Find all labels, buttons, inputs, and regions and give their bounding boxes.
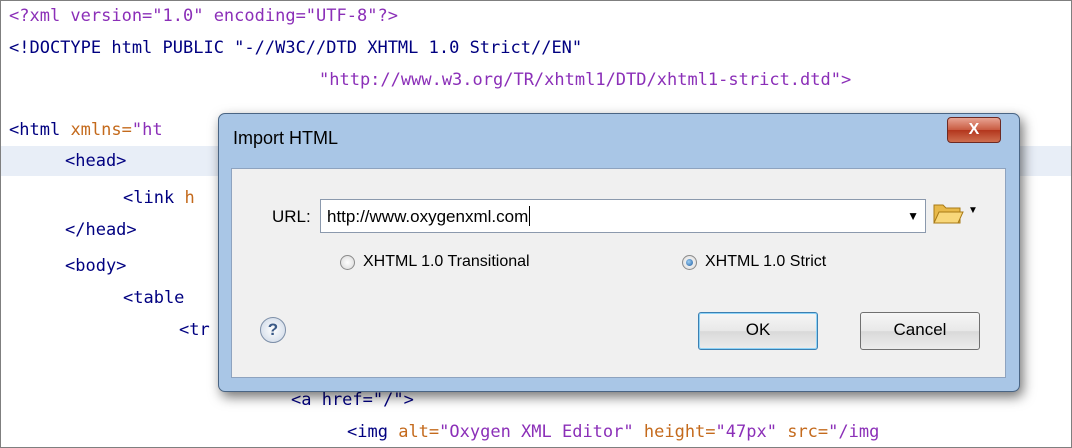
code-line: <body> bbox=[65, 251, 126, 281]
url-input[interactable]: http://www.oxygenxml.com bbox=[327, 206, 531, 227]
tag-name: <tr bbox=[179, 320, 210, 340]
attribute-name: xmlns= bbox=[70, 120, 132, 140]
url-combobox[interactable]: http://www.oxygenxml.com ▼ bbox=[320, 199, 926, 233]
tag-name: <head> bbox=[65, 151, 127, 171]
close-icon: X bbox=[968, 121, 980, 138]
attribute-value: "Oxygen XML Editor" bbox=[439, 422, 634, 442]
tag-name: <a href="/"> bbox=[291, 390, 414, 410]
help-icon[interactable]: ? bbox=[260, 317, 286, 343]
code-line: "http://www.w3.org/TR/xhtml1/DTD/xhtml1-… bbox=[319, 65, 851, 95]
radio-xhtml-transitional[interactable]: XHTML 1.0 Transitional bbox=[340, 253, 530, 271]
url-label: URL: bbox=[272, 207, 311, 226]
code-line: <table bbox=[123, 283, 184, 313]
code-line: <?xml version="1.0" encoding="UTF-8"?> bbox=[9, 1, 398, 31]
radio-xhtml-strict[interactable]: XHTML 1.0 Strict bbox=[682, 253, 826, 271]
chevron-down-icon[interactable]: ▼ bbox=[907, 200, 919, 232]
attribute-name: alt= bbox=[398, 422, 440, 442]
tag-name: <html bbox=[9, 120, 61, 140]
code-line: <img alt="Oxygen XML Editor" height="47p… bbox=[347, 417, 879, 447]
attribute-value: "/img bbox=[828, 422, 880, 442]
code-line: </head> bbox=[65, 215, 137, 245]
close-button[interactable]: X bbox=[947, 117, 1001, 143]
attribute-name: src= bbox=[787, 422, 829, 442]
xml-declaration: <?xml version="1.0" encoding="UTF-8"?> bbox=[9, 6, 398, 26]
tag-name: <img bbox=[347, 422, 388, 442]
attribute-name: h bbox=[184, 188, 195, 208]
text-caret bbox=[529, 206, 531, 226]
code-line: <!DOCTYPE html PUBLIC "-//W3C//DTD XHTML… bbox=[9, 33, 582, 63]
radio-label: XHTML 1.0 Transitional bbox=[363, 253, 530, 270]
url-value: http://www.oxygenxml.com bbox=[327, 207, 529, 226]
tag-name: <link bbox=[123, 188, 175, 208]
radio-label: XHTML 1.0 Strict bbox=[705, 253, 827, 270]
attribute-value: "ht bbox=[131, 120, 163, 140]
doctype-declaration: <!DOCTYPE html PUBLIC "-//W3C//DTD XHTML… bbox=[9, 38, 583, 58]
tag-name: </head> bbox=[65, 220, 137, 240]
dialog-client-area: URL: http://www.oxygenxml.com ▼ ▼ XHTML … bbox=[231, 168, 1006, 378]
attribute-value: "47px" bbox=[715, 422, 777, 442]
browse-button[interactable]: ▼ bbox=[932, 197, 982, 231]
dialog-title: Import HTML bbox=[233, 128, 339, 148]
code-line: <html xmlns="ht bbox=[9, 115, 163, 145]
attribute-name: height= bbox=[643, 422, 716, 442]
tag-name: <body> bbox=[65, 256, 127, 276]
radio-button-selected[interactable] bbox=[682, 254, 697, 270]
chevron-down-icon[interactable]: ▼ bbox=[968, 205, 978, 216]
tag-name: <table bbox=[123, 288, 185, 308]
folder-open-icon bbox=[933, 204, 964, 224]
ok-button[interactable]: OK bbox=[698, 312, 818, 350]
doctype-system-id: "http://www.w3.org/TR/xhtml1/DTD/xhtml1-… bbox=[319, 70, 852, 90]
code-line: <link h bbox=[123, 183, 195, 213]
cancel-button[interactable]: Cancel bbox=[860, 312, 980, 350]
code-line: <tr bbox=[179, 315, 210, 345]
import-html-dialog: Import HTML X URL: http://www.oxygenxml.… bbox=[218, 113, 1020, 392]
radio-button[interactable] bbox=[340, 254, 355, 270]
